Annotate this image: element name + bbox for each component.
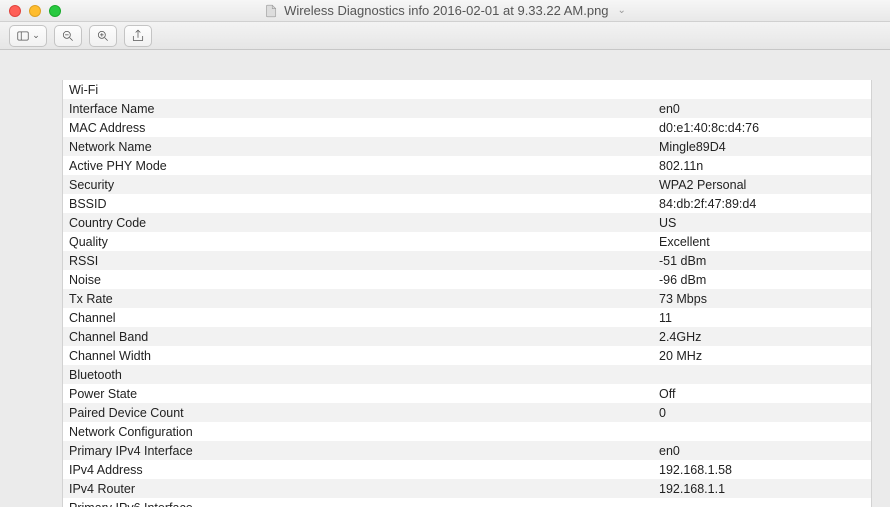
property-value: -96 dBm (653, 273, 871, 287)
table-row: Active PHY Mode802.11n (63, 156, 871, 175)
chevron-down-icon: ⌄ (32, 30, 40, 41)
property-value: US (653, 216, 871, 230)
property-value: en0 (653, 444, 871, 458)
table-row: Country CodeUS (63, 213, 871, 232)
property-key: Tx Rate (63, 292, 653, 306)
property-key: Network Name (63, 140, 653, 154)
property-key: Primary IPv4 Interface (63, 444, 653, 458)
property-value: 0 (653, 406, 871, 420)
property-key: Channel (63, 311, 653, 325)
property-value: Mingle89D4 (653, 140, 871, 154)
property-key: Country Code (63, 216, 653, 230)
property-key: Primary IPv6 Interface (63, 501, 653, 507)
section-title: Network Configuration (63, 425, 653, 439)
property-value: en0 (653, 102, 871, 116)
zoom-in-button[interactable] (89, 25, 117, 47)
property-value: - (653, 501, 871, 507)
sidebar-toggle-button[interactable]: ⌄ (9, 25, 47, 47)
property-value: -51 dBm (653, 254, 871, 268)
file-icon (264, 4, 278, 18)
share-button[interactable] (124, 25, 152, 47)
table-row: Channel11 (63, 308, 871, 327)
table-row: Channel Width20 MHz (63, 346, 871, 365)
property-key: MAC Address (63, 121, 653, 135)
property-key: RSSI (63, 254, 653, 268)
section-header: Network Configuration (63, 422, 871, 441)
property-key: Quality (63, 235, 653, 249)
window-title: Wireless Diagnostics info 2016-02-01 at … (264, 3, 626, 18)
property-key: Noise (63, 273, 653, 287)
property-value: 73 Mbps (653, 292, 871, 306)
property-value: 2.4GHz (653, 330, 871, 344)
table-row: Noise-96 dBm (63, 270, 871, 289)
table-row: Primary IPv4 Interfaceen0 (63, 441, 871, 460)
table-row: Primary IPv6 Interface- (63, 498, 871, 507)
table-row: Tx Rate73 Mbps (63, 289, 871, 308)
property-value: 192.168.1.1 (653, 482, 871, 496)
zoom-out-button[interactable] (54, 25, 82, 47)
table-row: IPv4 Address192.168.1.58 (63, 460, 871, 479)
property-key: Power State (63, 387, 653, 401)
maximize-button[interactable] (49, 5, 61, 17)
property-key: Channel Width (63, 349, 653, 363)
table-row: Power StateOff (63, 384, 871, 403)
table-row: Network NameMingle89D4 (63, 137, 871, 156)
property-key: Channel Band (63, 330, 653, 344)
property-key: Security (63, 178, 653, 192)
property-value: 20 MHz (653, 349, 871, 363)
window-titlebar: Wireless Diagnostics info 2016-02-01 at … (0, 0, 890, 22)
property-key: IPv4 Address (63, 463, 653, 477)
table-row: BSSID84:db:2f:47:89:d4 (63, 194, 871, 213)
table-row: SecurityWPA2 Personal (63, 175, 871, 194)
property-value: 192.168.1.58 (653, 463, 871, 477)
property-value: Off (653, 387, 871, 401)
toolbar: ⌄ (0, 22, 890, 50)
table-row: Interface Nameen0 (63, 99, 871, 118)
title-dropdown-chevron-icon[interactable]: ⌄ (618, 5, 626, 16)
content-area: Wi-FiInterface Nameen0MAC Addressd0:e1:4… (0, 50, 890, 507)
property-value: Excellent (653, 235, 871, 249)
table-row: RSSI-51 dBm (63, 251, 871, 270)
property-value: WPA2 Personal (653, 178, 871, 192)
section-title: Wi-Fi (63, 83, 653, 97)
section-header: Wi-Fi (63, 80, 871, 99)
property-value: d0:e1:40:8c:d4:76 (653, 121, 871, 135)
property-key: IPv4 Router (63, 482, 653, 496)
property-value: 802.11n (653, 159, 871, 173)
section-title: Bluetooth (63, 368, 653, 382)
property-value: 84:db:2f:47:89:d4 (653, 197, 871, 211)
minimize-button[interactable] (29, 5, 41, 17)
property-key: Paired Device Count (63, 406, 653, 420)
property-key: Active PHY Mode (63, 159, 653, 173)
properties-table: Wi-FiInterface Nameen0MAC Addressd0:e1:4… (62, 80, 872, 507)
section-header: Bluetooth (63, 365, 871, 384)
table-row: Channel Band2.4GHz (63, 327, 871, 346)
table-row: QualityExcellent (63, 232, 871, 251)
property-key: BSSID (63, 197, 653, 211)
window-title-text: Wireless Diagnostics info 2016-02-01 at … (284, 3, 608, 18)
table-row: MAC Addressd0:e1:40:8c:d4:76 (63, 118, 871, 137)
left-strip (0, 50, 62, 507)
property-key: Interface Name (63, 102, 653, 116)
property-value: 11 (653, 311, 871, 325)
table-row: Paired Device Count0 (63, 403, 871, 422)
table-row: IPv4 Router192.168.1.1 (63, 479, 871, 498)
close-button[interactable] (9, 5, 21, 17)
traffic-lights (0, 5, 61, 17)
